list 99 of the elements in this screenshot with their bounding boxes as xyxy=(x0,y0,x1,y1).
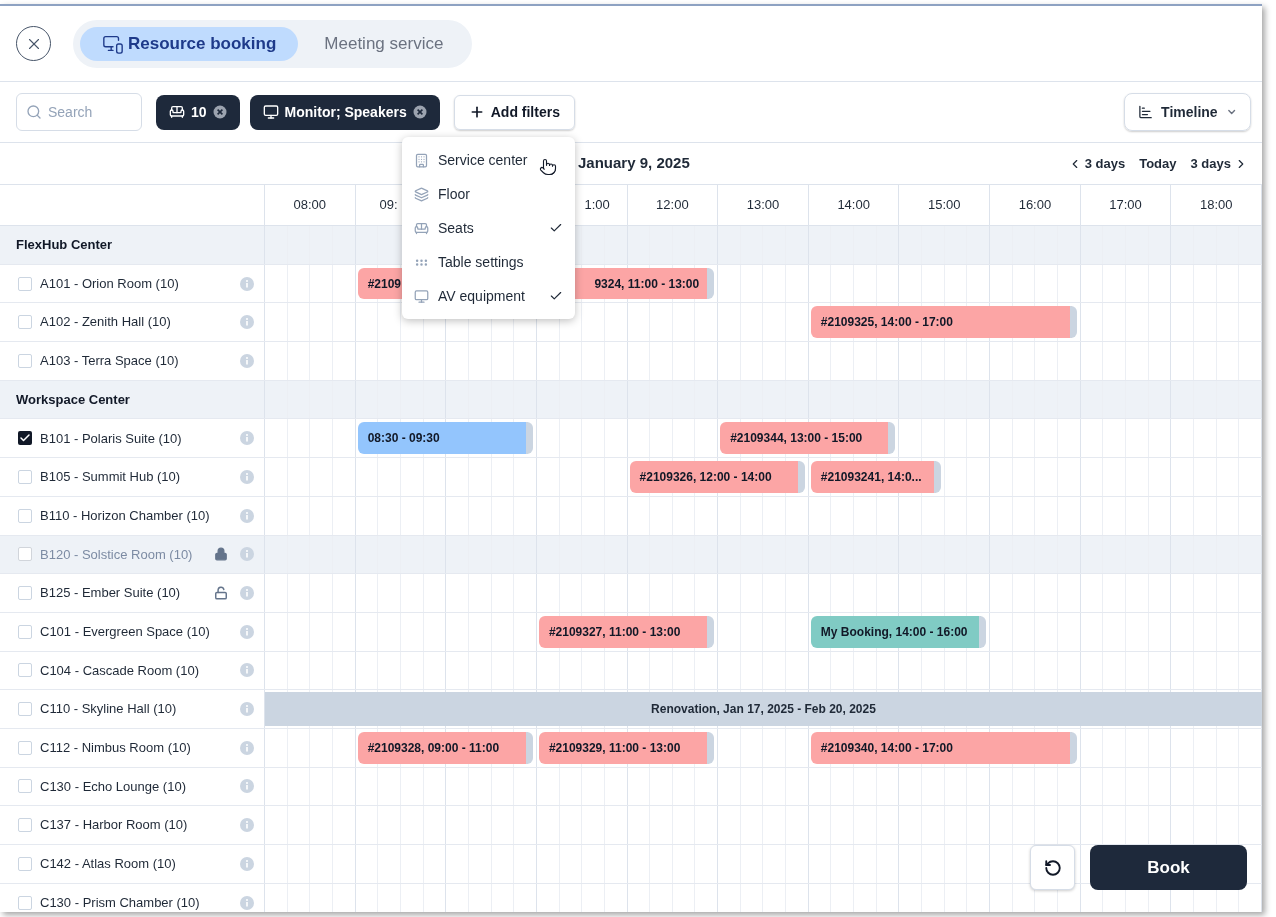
previous-button[interactable]: 3 days xyxy=(1067,153,1126,174)
monitor-icon xyxy=(414,288,429,304)
add-filters-button[interactable]: Add filters xyxy=(453,94,575,130)
group-title: Workspace Center xyxy=(16,390,130,409)
chip-label: 10 xyxy=(191,102,207,122)
group-title: FlexHub Center xyxy=(16,236,113,255)
hour-label: 1:00 xyxy=(584,196,610,215)
tab[interactable]: Meeting service xyxy=(302,26,466,61)
next-button[interactable]: 3 days xyxy=(1190,153,1248,174)
checkbox[interactable] xyxy=(18,856,32,871)
checkbox[interactable] xyxy=(18,315,32,330)
room-name[interactable]: A102 - Zenith Hall (10) xyxy=(40,312,171,332)
filter-chip[interactable]: 10 xyxy=(156,94,240,130)
sofa-icon xyxy=(414,220,429,236)
room-name[interactable]: C142 - Atlas Room (10) xyxy=(40,854,176,874)
sofa-icon xyxy=(169,104,185,120)
clear-icon[interactable] xyxy=(212,105,227,119)
info-icon[interactable] xyxy=(240,431,254,446)
menu-item[interactable]: Floor xyxy=(402,177,575,211)
room-name[interactable]: B105 - Summit Hub (10) xyxy=(40,467,181,487)
hour-label: 18:00 xyxy=(1199,196,1233,215)
info-icon[interactable] xyxy=(240,818,254,833)
building-icon xyxy=(414,152,429,168)
room-name[interactable]: C110 - Skyline Hall (10) xyxy=(40,699,177,719)
monitor-icon xyxy=(262,104,279,120)
booking-block[interactable]: #2109328, 09:00 - 11:00 xyxy=(357,731,533,764)
hour-label: 14:00 xyxy=(837,196,870,215)
checkbox[interactable] xyxy=(18,624,32,639)
room-name[interactable]: C130 - Echo Lounge (10) xyxy=(40,776,186,797)
checkbox[interactable] xyxy=(18,431,32,446)
info-icon[interactable] xyxy=(240,276,254,291)
reset-button[interactable] xyxy=(1030,845,1075,890)
info-icon[interactable] xyxy=(240,856,254,871)
booking-block[interactable]: #2109340, 14:00 - 17:00 xyxy=(810,731,1077,764)
info-icon[interactable] xyxy=(240,508,254,523)
room-name[interactable]: C104 - Cascade Room (10) xyxy=(40,660,199,681)
checkbox[interactable] xyxy=(18,663,32,678)
room-name[interactable]: A101 - Orion Room (10) xyxy=(40,273,179,294)
booking-block[interactable]: #2109329, 11:00 - 13:00 xyxy=(538,731,715,764)
checkbox[interactable] xyxy=(18,818,32,833)
hour-label: 08:00 xyxy=(293,196,327,215)
info-icon[interactable] xyxy=(240,353,254,368)
checkbox[interactable] xyxy=(18,276,32,291)
info-icon[interactable] xyxy=(240,663,254,678)
search-icon xyxy=(26,104,42,120)
filter-chip[interactable]: Monitor; Speakers xyxy=(249,94,440,130)
booking-block[interactable]: #2109344, 13:00 - 15:00 xyxy=(720,422,896,455)
checkbox[interactable] xyxy=(18,740,32,755)
checkbox[interactable] xyxy=(18,779,32,794)
hour-label: 13:00 xyxy=(746,196,780,215)
tab[interactable]: Resource booking xyxy=(80,26,299,61)
checkbox[interactable] xyxy=(18,702,32,717)
chart-icon xyxy=(1138,104,1154,120)
room-name[interactable]: C137 - Harbor Room (10) xyxy=(40,815,188,835)
booking-block[interactable]: #21093241, 14:0... xyxy=(810,461,941,493)
hour-label: 17:00 xyxy=(1109,196,1142,215)
info-icon[interactable] xyxy=(240,895,254,910)
today-button[interactable]: Today xyxy=(1139,153,1177,174)
booking-block[interactable]: My Booking, 14:00 - 16:00 xyxy=(810,615,987,648)
hour-label: 15:00 xyxy=(928,196,961,215)
booking-block[interactable]: #2109325, 14:00 - 17:00 xyxy=(810,306,1077,339)
booking-block[interactable]: 08:30 - 09:30 xyxy=(357,422,533,455)
room-name[interactable]: C101 - Evergreen Space (10) xyxy=(40,621,210,642)
room-name[interactable]: C112 - Nimbus Room (10) xyxy=(40,738,191,758)
chip-label: Monitor; Speakers xyxy=(284,102,407,122)
booking-block[interactable]: #2109326, 12:00 - 14:00 xyxy=(629,461,805,493)
room-name[interactable]: B125 - Ember Suite (10) xyxy=(40,583,181,603)
view-select[interactable]: Timeline xyxy=(1124,93,1251,131)
room-name[interactable]: B101 - Polaris Suite (10) xyxy=(40,428,182,449)
closure-bar: Renovation, Jan 17, 2025 - Feb 20, 2025 xyxy=(265,692,1262,726)
booking-block[interactable]: #2109327, 11:00 - 13:00 xyxy=(538,615,715,648)
info-icon[interactable] xyxy=(240,469,254,484)
checkbox[interactable] xyxy=(18,508,32,523)
info-icon[interactable] xyxy=(240,779,254,794)
undo-icon xyxy=(1043,858,1062,877)
info-icon[interactable] xyxy=(240,740,254,755)
search-field[interactable]: Search xyxy=(16,93,142,131)
checkbox[interactable] xyxy=(18,469,32,484)
menu-item[interactable]: Service center xyxy=(402,143,575,177)
hour-label: 09: xyxy=(379,196,398,215)
hour-label: 12:00 xyxy=(656,196,689,215)
clear-icon[interactable] xyxy=(412,105,427,119)
date-title: January 9, 2025 xyxy=(578,153,690,174)
menu-item[interactable]: Seats xyxy=(402,211,575,245)
hour-label: 16:00 xyxy=(1018,196,1052,215)
layers-icon xyxy=(414,186,429,202)
book-button[interactable]: Book xyxy=(1090,845,1247,890)
hand-cursor-icon xyxy=(539,157,557,177)
unlocked-icon[interactable] xyxy=(214,586,228,601)
info-icon[interactable] xyxy=(240,586,254,601)
info-icon[interactable] xyxy=(240,315,254,330)
checkbox[interactable] xyxy=(18,353,32,368)
room-name[interactable]: C130 - Prism Chamber (10) xyxy=(40,892,200,912)
room-name[interactable]: A103 - Terra Space (10) xyxy=(40,351,179,371)
info-icon[interactable] xyxy=(240,702,254,717)
checkbox[interactable] xyxy=(18,895,32,910)
room-name[interactable]: B110 - Horizon Chamber (10) xyxy=(40,505,210,526)
checkbox[interactable] xyxy=(18,586,32,601)
info-icon[interactable] xyxy=(240,624,254,639)
